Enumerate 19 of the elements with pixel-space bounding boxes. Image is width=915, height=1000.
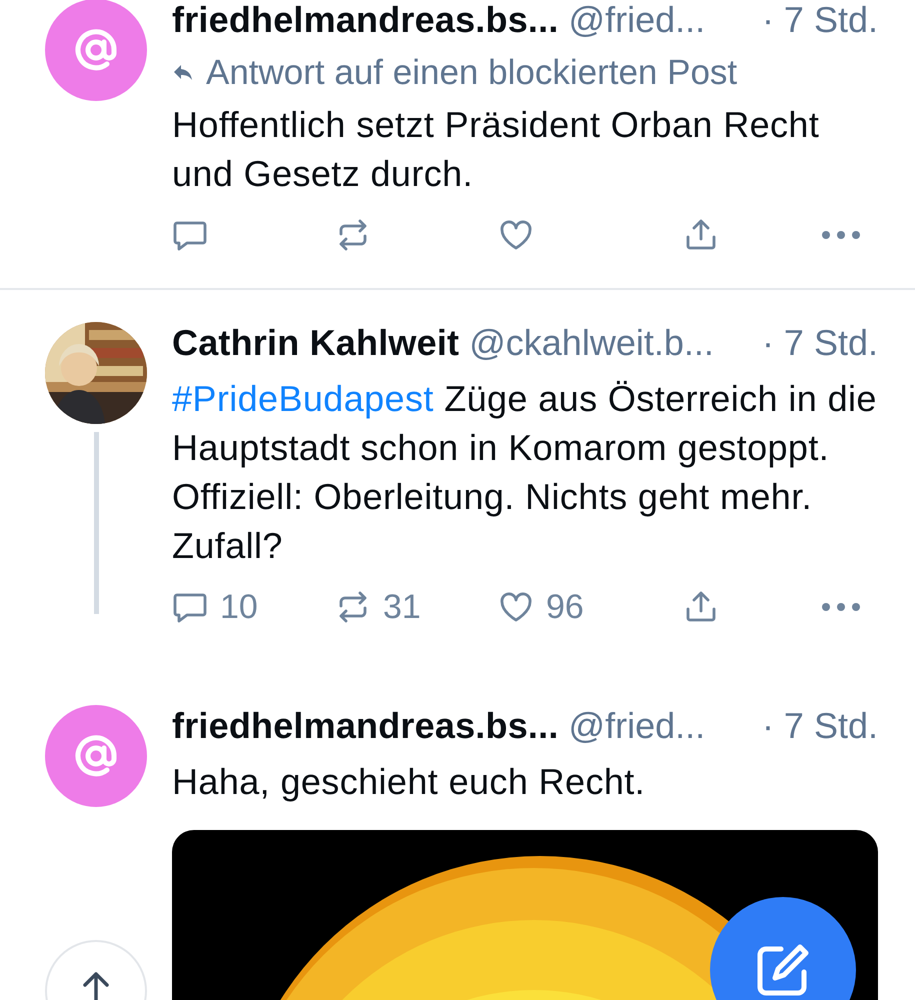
post-text: Haha, geschieht euch Recht.: [172, 760, 646, 804]
post-time: · 7 Std.: [762, 704, 878, 748]
repost-button[interactable]: 31: [335, 582, 421, 632]
post-text: Hoffentlich setzt Präsident Orban Recht und Gesetz durch.: [172, 103, 820, 196]
reply-note: Antwort auf einen blockierten Post: [206, 52, 738, 94]
post-time: · 7 Std.: [762, 0, 878, 42]
post-time: · 7 Std.: [762, 321, 878, 365]
handle[interactable]: @fried...: [568, 699, 706, 753]
handle[interactable]: @ckahlweit.b...: [469, 316, 714, 370]
display-name[interactable]: Cathrin Kahlweit: [172, 316, 460, 370]
more-options-icon[interactable]: [821, 602, 861, 612]
like-button[interactable]: 96: [498, 582, 584, 632]
more-options-icon[interactable]: [821, 230, 861, 240]
post-text: #PrideBudapest Züge aus Österreich in die Hauptstadt schon in Komarom gestoppt. Offiziell: Oberleitung. Nichts geht mehr. Zufall?: [172, 377, 878, 568]
display-name[interactable]: friedhelmandreas.bs...: [172, 0, 559, 47]
reply-button[interactable]: 10: [172, 582, 258, 632]
hashtag-link[interactable]: #PrideBudapest: [172, 378, 434, 419]
display-name[interactable]: friedhelmandreas.bs...: [172, 699, 559, 753]
handle[interactable]: @fried...: [568, 0, 706, 47]
